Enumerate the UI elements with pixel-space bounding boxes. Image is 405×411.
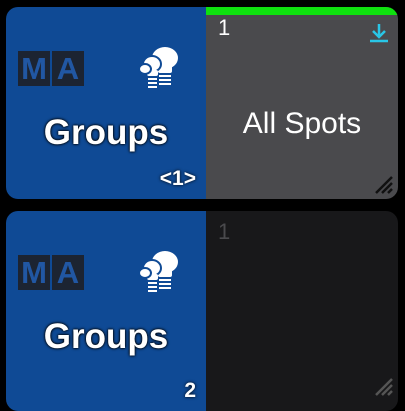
ma-logo-m: M (18, 255, 50, 290)
resize-grip-icon[interactable] (372, 375, 394, 397)
ma-logo: M A (18, 51, 84, 86)
download-icon (370, 24, 388, 43)
page-indicator: <1> (159, 167, 196, 190)
group-object-empty[interactable]: 1 (206, 211, 398, 411)
ma-logo-a: A (52, 51, 84, 86)
page-indicator: 2 (184, 379, 196, 402)
active-indicator-bar (206, 7, 398, 15)
ma-logo-a: A (52, 255, 84, 290)
object-name: All Spots (242, 107, 362, 140)
resize-grip-icon[interactable] (372, 173, 394, 195)
pool-header-2[interactable]: M A Groups 2 (6, 211, 206, 411)
groups-pool-card-2[interactable]: M A Groups 2 1 (6, 211, 398, 411)
ma-logo-m: M (18, 51, 50, 86)
pool-title: Groups (43, 317, 169, 356)
pool-title: Groups (43, 113, 169, 152)
group-object-all-spots[interactable]: 1 All Spots (206, 7, 398, 199)
bulbs-icon (138, 47, 178, 88)
object-number: 1 (218, 15, 231, 40)
pool-header-1[interactable]: M A Groups <1> (6, 7, 206, 199)
groups-pool-card-1[interactable]: M A Groups <1> 1 All Spots (6, 7, 398, 199)
ma-logo: M A (18, 255, 84, 290)
bulbs-icon (138, 251, 178, 292)
object-number: 1 (218, 219, 231, 244)
